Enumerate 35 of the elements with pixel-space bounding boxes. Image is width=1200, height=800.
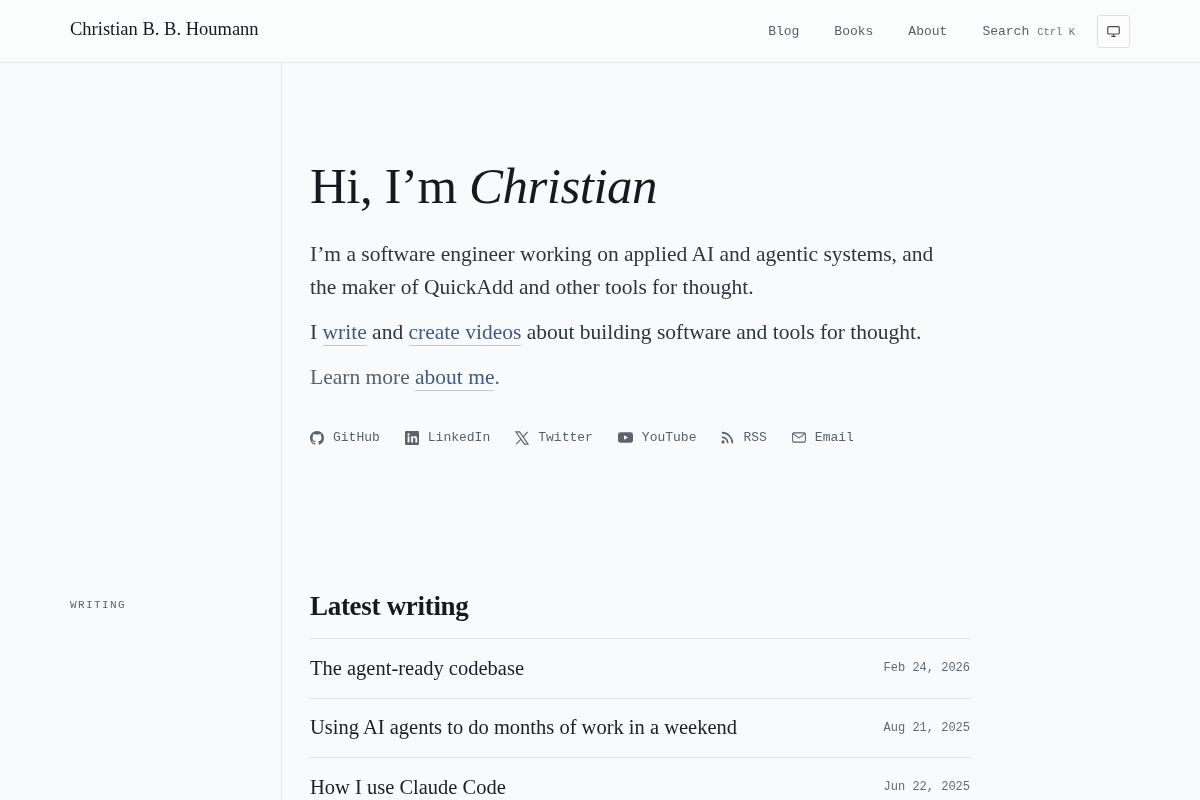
intro-paragraph: I write and create videos about building software and tools for thought. [310, 319, 923, 349]
intro-paragraph: I’m a software engineer working on applied AI and agentic systems, and the maker of QuickAdd and other tools for thought. [310, 241, 935, 302]
nav-link[interactable]: About [908, 23, 948, 39]
social-link[interactable]: RSS [721, 430, 767, 446]
post-date: Feb 24, 2026 [883, 661, 970, 676]
envelope-icon [791, 432, 806, 444]
section-label: WRITING [70, 599, 126, 612]
post-date: Aug 21, 2025 [883, 720, 970, 735]
inline-link[interactable]: create videos [408, 320, 522, 347]
search-button[interactable]: Search Ctrl K [982, 23, 1075, 39]
inline-link[interactable]: write [322, 320, 367, 347]
site-title-link[interactable]: Christian B. B. Houmann [70, 18, 259, 40]
social-link[interactable]: GitHub [310, 430, 380, 446]
intro-paragraph: Learn more about me. [310, 364, 501, 394]
play-button-icon [617, 432, 633, 444]
rss-icon [721, 431, 735, 445]
hero-heading: Hi, I’m Christian [310, 158, 659, 215]
post-date: Jun 22, 2025 [883, 780, 970, 795]
x-logo-icon [515, 430, 530, 445]
post-title-link[interactable]: How I use Claude Code [310, 775, 506, 799]
keyboard-shortcut: Ctrl K [1037, 25, 1075, 38]
post-title-link[interactable]: Using AI agents to do months of work in a weekend [310, 716, 738, 740]
nav-link[interactable]: Blog [768, 23, 800, 39]
social-link[interactable]: Email [791, 430, 854, 446]
social-link[interactable]: YouTube [617, 430, 697, 446]
theme-toggle-button[interactable] [1097, 14, 1130, 48]
monitor-icon [1107, 25, 1120, 37]
section-heading: Latest writing [310, 591, 470, 624]
social-link[interactable]: Twitter [515, 430, 593, 446]
inline-link[interactable]: about me [415, 365, 495, 392]
social-link[interactable]: LinkedIn [404, 430, 491, 446]
linkedin-icon [404, 430, 419, 445]
post-title-link[interactable]: The agent-ready codebase [310, 656, 524, 680]
github-icon [310, 430, 324, 445]
nav-link[interactable]: Books [834, 23, 874, 39]
